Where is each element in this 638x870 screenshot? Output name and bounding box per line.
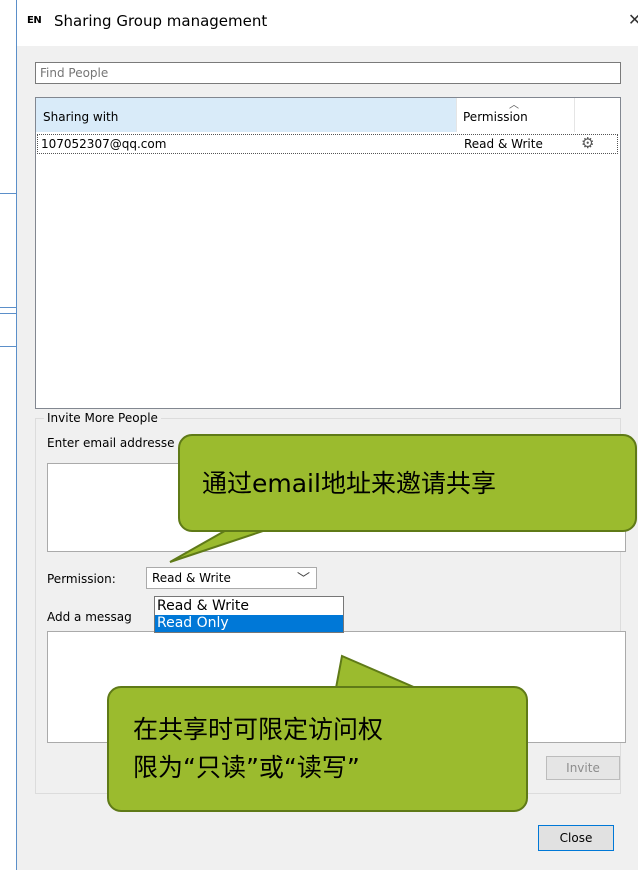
row-email: 107052307@qq.com (41, 137, 167, 151)
email-label: Enter email addresse (47, 436, 175, 450)
title-bar: EN Sharing Group management ✕ (17, 0, 638, 46)
callout-permission-limit: 在共享时可限定访问权 限为“只读”或“读写” (107, 686, 528, 812)
group-legend: Invite More People (44, 411, 161, 425)
option-read-only[interactable]: Read Only (155, 615, 343, 632)
row-permission: Read & Write (464, 137, 543, 151)
callout-text: 在共享时可限定访问权 (133, 715, 384, 744)
sort-caret-icon: ︿ (509, 100, 519, 111)
permission-select-value: Read & Write (152, 571, 231, 585)
close-window-icon[interactable]: ✕ (628, 10, 638, 30)
column-header-permission[interactable]: ︿ Permission (457, 98, 575, 132)
app-logo: EN (27, 15, 42, 26)
close-button[interactable]: Close (538, 825, 614, 851)
callout-text: 限为“只读”或“读写” (133, 753, 360, 782)
column-header-label: Permission (463, 110, 528, 124)
callout-email-invite: 通过email地址来邀请共享 (178, 434, 637, 532)
find-people-input[interactable] (35, 62, 621, 84)
permission-select[interactable]: Read & Write ﹀ (146, 567, 317, 589)
invite-button[interactable]: Invite (546, 756, 620, 780)
callout-text: 通过email地址来邀请共享 (202, 469, 496, 498)
option-read-write[interactable]: Read & Write (157, 598, 249, 614)
window-title: Sharing Group management (54, 12, 268, 30)
permission-dropdown-list[interactable]: Read & Write Read Only (154, 596, 344, 633)
column-header-label: Sharing with (43, 110, 119, 124)
table-row[interactable]: 107052307@qq.com Read & Write ⚙ (37, 134, 618, 154)
column-header-sharing-with[interactable]: Sharing with (36, 98, 457, 132)
chevron-down-icon: ﹀ (297, 572, 311, 587)
sharing-list[interactable]: Sharing with ︿ Permission 107052307@qq.c… (35, 97, 621, 409)
list-header: Sharing with ︿ Permission (36, 98, 620, 132)
message-label: Add a messag (47, 610, 132, 624)
permission-label: Permission: (47, 572, 116, 586)
gear-icon[interactable]: ⚙ (581, 134, 594, 152)
